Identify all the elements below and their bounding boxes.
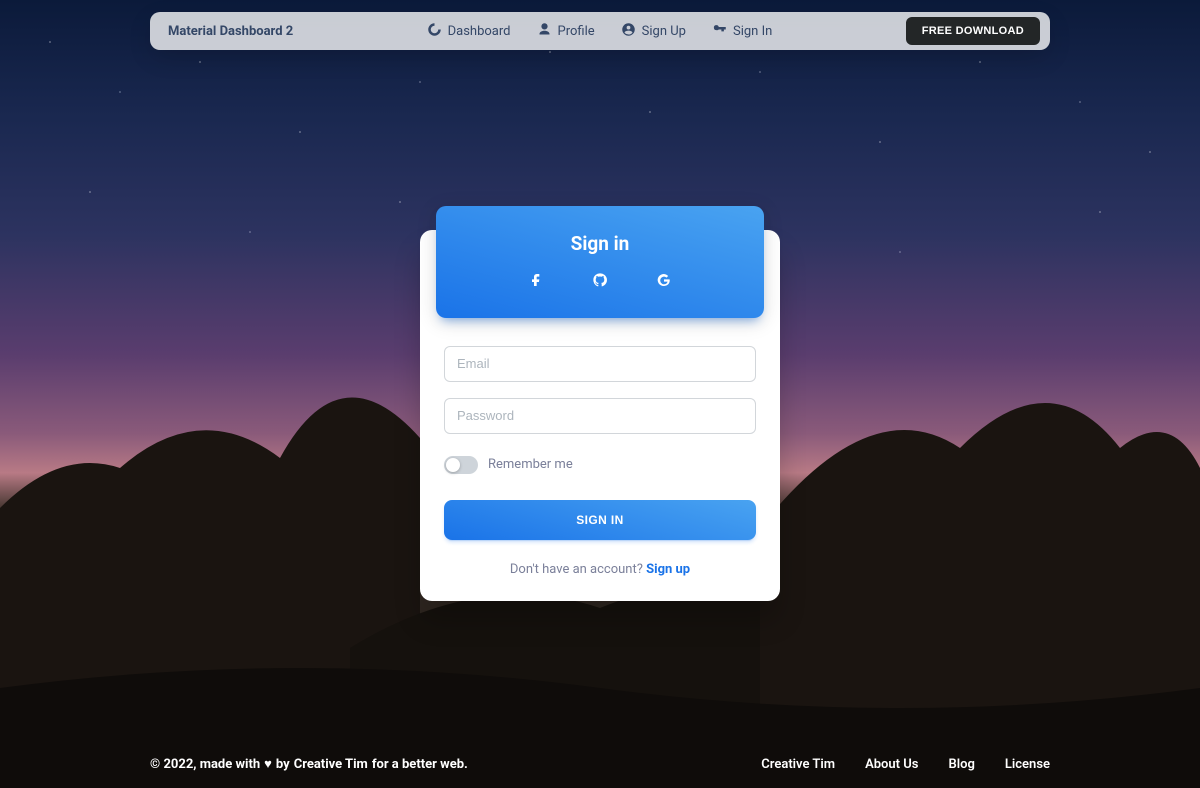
footer: © 2022, made with ♥ by Creative Tim for … (0, 756, 1200, 772)
brand-title[interactable]: Material Dashboard 2 (168, 24, 293, 39)
email-input[interactable] (444, 346, 756, 382)
signin-card-header: Sign in (436, 206, 764, 318)
donut-icon (427, 22, 442, 41)
copyright-mid: by (276, 757, 290, 772)
footer-links: Creative Tim About Us Blog License (761, 757, 1050, 772)
remember-me-toggle[interactable] (444, 456, 478, 474)
free-download-button[interactable]: FREE DOWNLOAD (906, 17, 1040, 45)
heart-icon: ♥ (264, 756, 272, 772)
signup-link[interactable]: Sign up (646, 562, 690, 577)
facebook-icon (528, 272, 544, 292)
nav-link-label: Dashboard (448, 24, 511, 39)
nav-link-label: Sign In (733, 24, 772, 39)
github-login-button[interactable] (591, 273, 609, 291)
footer-author[interactable]: Creative Tim (294, 757, 368, 772)
account-circle-icon (621, 22, 636, 41)
password-input[interactable] (444, 398, 756, 434)
signin-card: Sign in (420, 230, 780, 601)
facebook-login-button[interactable] (527, 273, 545, 291)
footer-link-creative-tim[interactable]: Creative Tim (761, 757, 835, 772)
social-row (527, 273, 673, 291)
remember-me-row: Remember me (444, 456, 756, 474)
nav-link-profile[interactable]: Profile (537, 22, 595, 41)
signin-card-body: Remember me SIGN IN Don't have an accoun… (420, 318, 780, 577)
copyright-suffix: for a better web. (372, 757, 468, 772)
footer-link-license[interactable]: License (1005, 757, 1050, 772)
google-icon (656, 272, 672, 292)
github-icon (592, 272, 608, 292)
nav-links: Dashboard Profile Sign Up Sign In (427, 22, 773, 41)
nav-link-signup[interactable]: Sign Up (621, 22, 686, 41)
nav-link-signin[interactable]: Sign In (712, 22, 772, 41)
key-icon (712, 22, 727, 41)
signup-prompt-text: Don't have an account? (510, 562, 646, 577)
google-login-button[interactable] (655, 273, 673, 291)
nav-link-dashboard[interactable]: Dashboard (427, 22, 511, 41)
person-icon (537, 22, 552, 41)
signin-submit-button[interactable]: SIGN IN (444, 500, 756, 540)
signin-title: Sign in (571, 232, 630, 255)
copyright-prefix: © 2022, made with (150, 757, 260, 772)
signup-prompt-row: Don't have an account? Sign up (444, 562, 756, 577)
footer-link-blog[interactable]: Blog (948, 757, 974, 772)
navbar: Material Dashboard 2 Dashboard Profile S… (150, 12, 1050, 50)
nav-link-label: Profile (558, 24, 595, 39)
nav-link-label: Sign Up (642, 24, 686, 39)
remember-me-label: Remember me (488, 457, 573, 472)
footer-link-about[interactable]: About Us (865, 757, 918, 772)
footer-copyright: © 2022, made with ♥ by Creative Tim for … (150, 756, 468, 772)
